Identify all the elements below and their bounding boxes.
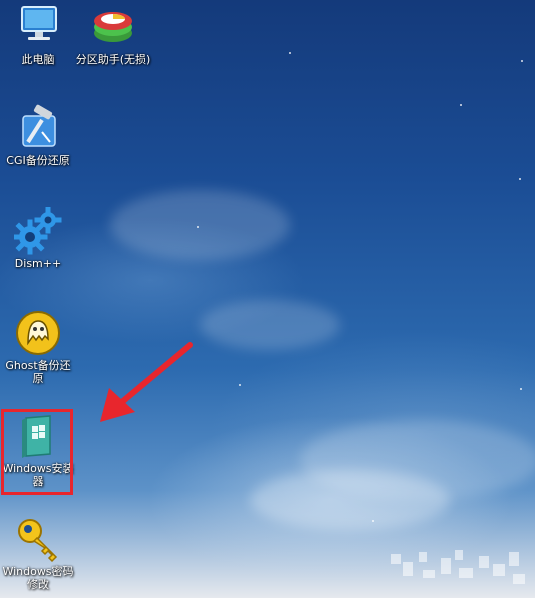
ghost-icon [14, 309, 62, 357]
star [520, 388, 522, 390]
desktop-icon-label: Ghost备份还原 [5, 359, 71, 385]
desktop-icon-label: Windows密码修改 [2, 565, 74, 591]
highlight-box [1, 409, 73, 495]
star [460, 104, 462, 106]
desktop[interactable]: 此电脑 分区助手(无损) CGI备份还原 Dism++ Ghost备份还原 Wi… [0, 0, 535, 598]
key-icon [14, 515, 62, 563]
star [239, 384, 241, 386]
cgi-backup-icon [14, 104, 62, 152]
desktop-icon-ghost-backup[interactable]: Ghost备份还原 [0, 309, 76, 385]
desktop-icon-cgi-backup[interactable]: CGI备份还原 [0, 104, 76, 167]
gears-icon [12, 206, 62, 255]
star [289, 52, 291, 54]
desktop-icon-this-pc[interactable]: 此电脑 [0, 3, 76, 66]
computer-icon [14, 3, 62, 51]
desktop-icon-windows-password[interactable]: Windows密码修改 [0, 515, 76, 591]
cloud [200, 300, 340, 350]
cloud [250, 470, 450, 530]
desktop-icon-label: 此电脑 [21, 53, 55, 66]
desktop-icon-dism[interactable]: Dism++ [0, 206, 76, 270]
watermark-logo [391, 550, 525, 584]
partition-assistant-icon [89, 3, 137, 51]
desktop-icon-partition-assistant[interactable]: 分区助手(无损) [75, 3, 151, 66]
annotation-arrow [100, 342, 193, 422]
star [521, 60, 523, 62]
cloud [110, 190, 290, 260]
desktop-icon-label: 分区助手(无损) [75, 53, 151, 66]
desktop-icon-label: CGI备份还原 [6, 154, 70, 167]
star [519, 178, 521, 180]
desktop-icon-label: Dism++ [14, 257, 62, 270]
